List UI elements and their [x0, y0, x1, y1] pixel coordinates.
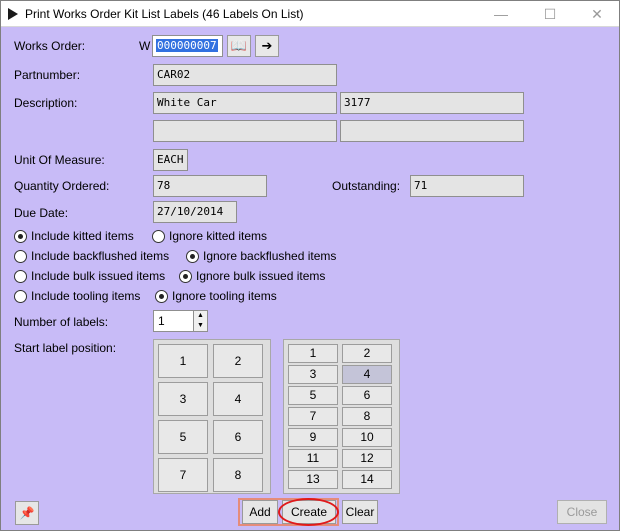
close-window-button[interactable]: ✕ — [575, 1, 619, 27]
label-grid-large-panel: 1 2 3 4 5 6 7 8 — [153, 339, 271, 494]
label-cell[interactable]: 6 — [342, 386, 392, 405]
label-cell[interactable]: 6 — [213, 420, 263, 454]
description-line2-field — [153, 120, 337, 142]
description-label: Description: — [14, 96, 78, 110]
radio-unselected-icon — [14, 269, 27, 283]
radio-selected-icon — [14, 229, 27, 243]
ignore-bulk-radio[interactable]: Ignore bulk issued items — [179, 269, 325, 283]
due-date-field: 27/10/2014 — [153, 201, 237, 223]
label-cell[interactable]: 5 — [158, 420, 208, 454]
go-arrow-button[interactable]: ➔ — [255, 35, 279, 57]
label-cell[interactable]: 9 — [288, 428, 338, 447]
label-cell[interactable]: 2 — [342, 344, 392, 363]
label-cell[interactable]: 10 — [342, 428, 392, 447]
print-labels-window: Print Works Order Kit List Labels (46 La… — [0, 0, 620, 531]
quantity-ordered-label: Quantity Ordered: — [14, 179, 110, 193]
close-button[interactable]: Close — [557, 500, 607, 524]
clear-button[interactable]: Clear — [342, 500, 378, 524]
due-date-label: Due Date: — [14, 206, 69, 220]
partnumber-label: Partnumber: — [14, 68, 81, 82]
include-kitted-radio[interactable]: Include kitted items — [14, 229, 134, 243]
start-label-position-label: Start label position: — [14, 341, 117, 355]
window-title: Print Works Order Kit List Labels (46 La… — [25, 7, 304, 21]
radio-selected-icon — [155, 289, 168, 303]
title-bar: Print Works Order Kit List Labels (46 La… — [1, 1, 619, 27]
description-line1-field: White Car — [153, 92, 337, 114]
unit-of-measure-field: EACH — [153, 149, 188, 171]
quantity-ordered-field: 78 — [153, 175, 267, 197]
works-order-label: Works Order: — [14, 39, 86, 53]
maximize-button[interactable]: ☐ — [528, 1, 572, 27]
label-cell[interactable]: 11 — [288, 449, 338, 468]
annotation-highlight-oval — [278, 498, 339, 526]
include-tooling-radio[interactable]: Include tooling items — [14, 289, 140, 303]
app-icon — [8, 8, 18, 20]
description-line3-field — [340, 120, 524, 142]
lookup-book-button[interactable]: 📖 — [227, 35, 251, 57]
label-grid-small-panel: 1 2 3 4 5 6 7 8 9 10 11 12 13 14 — [283, 339, 400, 494]
label-cell[interactable]: 7 — [158, 458, 208, 492]
outstanding-field: 71 — [410, 175, 524, 197]
ignore-backflushed-radio[interactable]: Ignore backflushed items — [186, 249, 336, 263]
label-cell[interactable]: 14 — [342, 470, 392, 489]
partnumber-field: CAR02 — [153, 64, 337, 86]
radio-unselected-icon — [152, 229, 165, 243]
unit-of-measure-label: Unit Of Measure: — [14, 153, 105, 167]
book-icon: 📖 — [230, 38, 248, 53]
label-cell[interactable]: 4 — [213, 382, 263, 416]
radio-selected-icon — [186, 249, 199, 263]
number-of-labels-spinner[interactable]: 1 ▲ ▼ — [153, 310, 208, 332]
label-cell[interactable]: 5 — [288, 386, 338, 405]
label-cell[interactable]: 1 — [288, 344, 338, 363]
label-cell[interactable]: 2 — [213, 344, 263, 378]
include-backflushed-radio[interactable]: Include backflushed items — [14, 249, 169, 263]
label-cell[interactable]: 3 — [158, 382, 208, 416]
radio-unselected-icon — [14, 289, 27, 303]
label-cell[interactable]: 1 — [158, 344, 208, 378]
label-cell[interactable]: 7 — [288, 407, 338, 426]
label-cell[interactable]: 8 — [342, 407, 392, 426]
pin-button[interactable]: 📌 — [15, 501, 39, 525]
label-cell[interactable]: 3 — [288, 365, 338, 384]
radio-unselected-icon — [14, 249, 27, 263]
spin-up-icon[interactable]: ▲ — [193, 311, 207, 321]
description-code-field: 3177 — [340, 92, 524, 114]
label-cell[interactable]: 13 — [288, 470, 338, 489]
radio-selected-icon — [179, 269, 192, 283]
minimize-button[interactable]: — — [479, 1, 523, 27]
label-cell[interactable]: 8 — [213, 458, 263, 492]
number-of-labels-label: Number of labels: — [14, 315, 109, 329]
label-cell[interactable]: 12 — [342, 449, 392, 468]
spin-down-icon[interactable]: ▼ — [193, 321, 207, 331]
works-order-input[interactable]: 000000007 — [152, 35, 223, 57]
ignore-tooling-radio[interactable]: Ignore tooling items — [155, 289, 277, 303]
outstanding-label: Outstanding: — [332, 179, 401, 193]
label-cell-selected[interactable]: 4 — [342, 365, 392, 384]
pin-icon: 📌 — [19, 506, 35, 520]
ignore-kitted-radio[interactable]: Ignore kitted items — [152, 229, 267, 243]
works-order-prefix: W — [139, 39, 151, 53]
arrow-right-icon: ➔ — [261, 38, 273, 53]
include-bulk-radio[interactable]: Include bulk issued items — [14, 269, 165, 283]
